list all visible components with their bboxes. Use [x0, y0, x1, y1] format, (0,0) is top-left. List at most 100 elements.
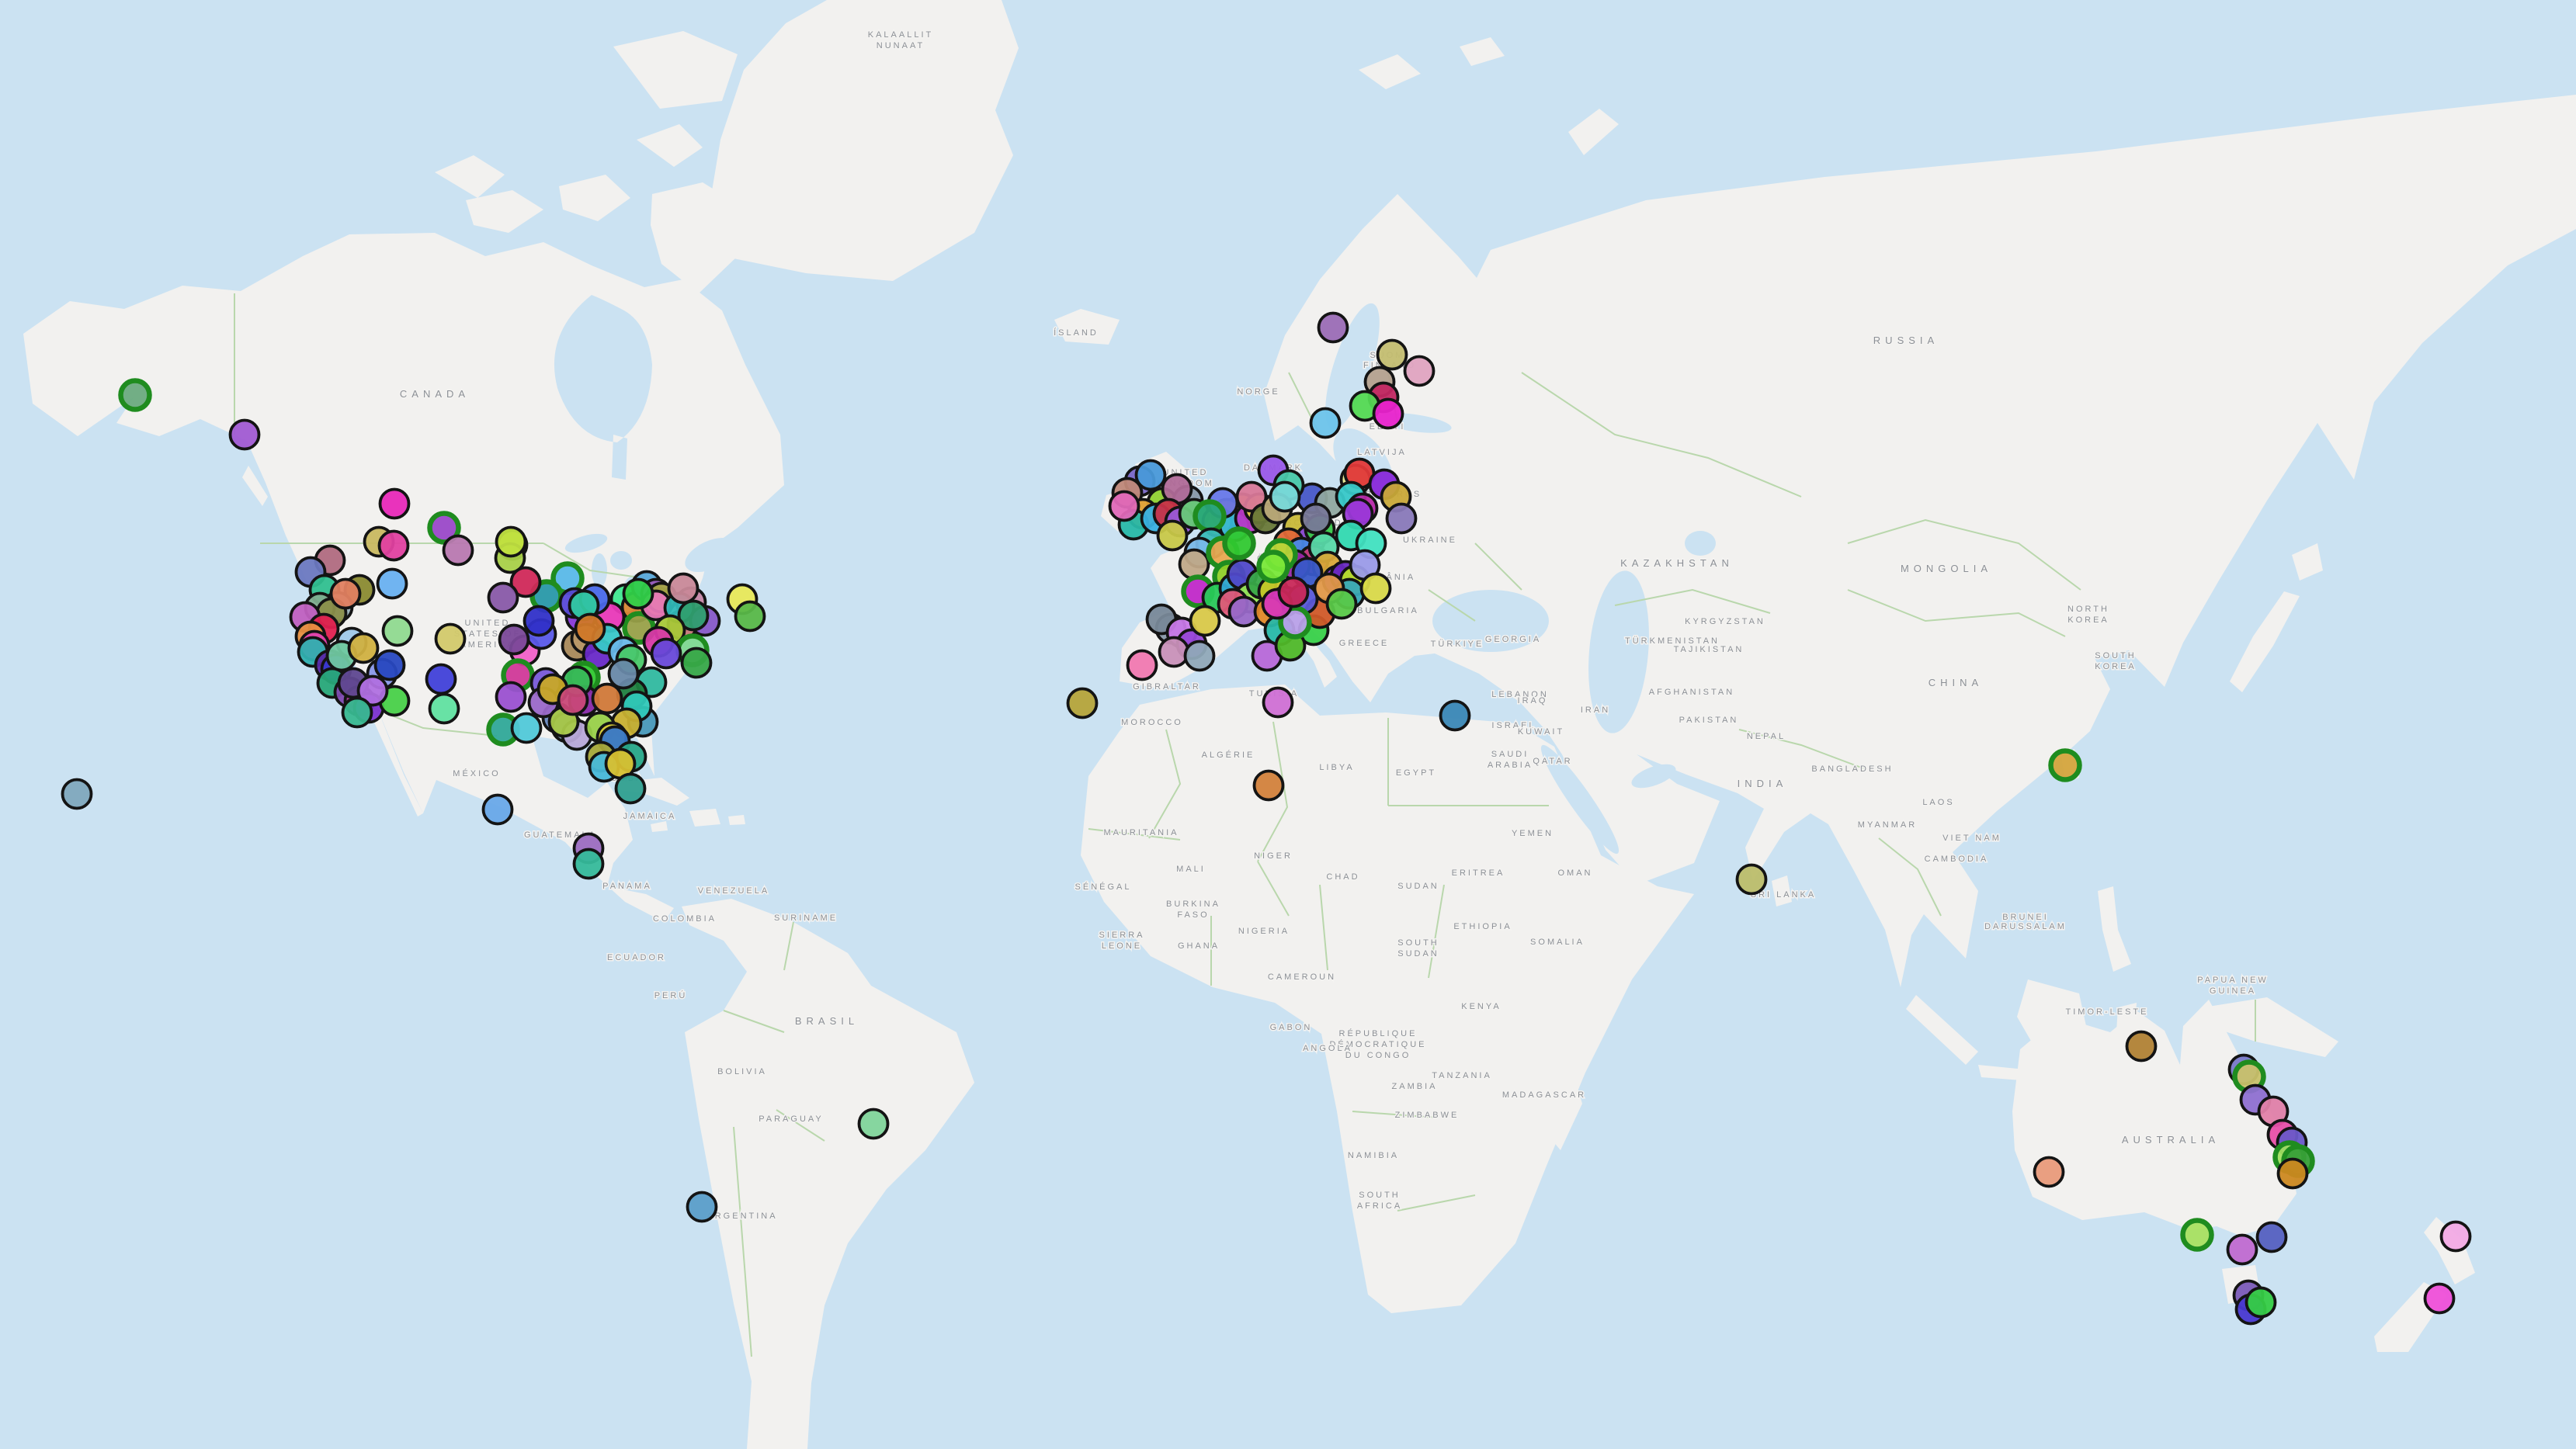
- country-label: CAMBODIA: [1925, 854, 1989, 864]
- map-marker[interactable]: [1191, 607, 1220, 636]
- map-marker[interactable]: [349, 634, 378, 663]
- map-marker[interactable]: [2051, 751, 2080, 780]
- map-marker[interactable]: [1128, 651, 1157, 680]
- country-label: CHAD: [1326, 872, 1359, 882]
- map-marker[interactable]: [2035, 1158, 2064, 1187]
- map-marker[interactable]: [1328, 590, 1356, 619]
- map-marker[interactable]: [593, 685, 622, 713]
- map-marker[interactable]: [1264, 688, 1293, 717]
- country-label: BRUNEI: [2002, 913, 2049, 922]
- map-marker[interactable]: [436, 625, 465, 653]
- map-marker[interactable]: [2183, 1221, 2212, 1250]
- map-marker[interactable]: [1279, 578, 1308, 607]
- map-marker[interactable]: [688, 1193, 717, 1222]
- map-marker[interactable]: [2258, 1223, 2286, 1252]
- map-marker[interactable]: [616, 775, 645, 803]
- map-marker[interactable]: [1255, 771, 1283, 800]
- map-marker[interactable]: [859, 1110, 888, 1139]
- map-marker[interactable]: [1110, 492, 1139, 521]
- country-label: PERÚ: [654, 990, 688, 1000]
- country-label: PANAMA: [602, 882, 652, 891]
- country-label: BOLIVIA: [717, 1067, 767, 1076]
- map-marker[interactable]: [497, 683, 526, 712]
- map-marker[interactable]: [1160, 638, 1189, 667]
- map-marker[interactable]: [1180, 550, 1209, 579]
- map-marker[interactable]: [231, 421, 259, 449]
- map-marker[interactable]: [1196, 502, 1224, 531]
- country-label: CAMEROUN: [1268, 972, 1336, 982]
- country-label: ZAMBIA: [1392, 1082, 1438, 1091]
- map-marker[interactable]: [1137, 461, 1165, 490]
- map-marker[interactable]: [484, 796, 512, 824]
- map-marker[interactable]: [332, 580, 360, 608]
- map-marker[interactable]: [576, 615, 605, 643]
- map-marker[interactable]: [1378, 341, 1407, 369]
- map-marker[interactable]: [2228, 1236, 2257, 1264]
- map-marker[interactable]: [430, 695, 459, 723]
- country-label: ECUADOR: [607, 953, 666, 962]
- map-marker[interactable]: [497, 528, 526, 556]
- country-label: EGYPT: [1396, 768, 1436, 778]
- map-marker[interactable]: [500, 626, 529, 654]
- country-label: GEORGIA: [1485, 635, 1541, 644]
- map-marker[interactable]: [1186, 642, 1214, 671]
- map-marker[interactable]: [1319, 314, 1348, 342]
- map-marker[interactable]: [384, 617, 412, 646]
- country-label: DU CONGO: [1345, 1051, 1411, 1060]
- map-marker[interactable]: [736, 602, 765, 631]
- map-marker[interactable]: [1738, 865, 1766, 894]
- country-label: GIBRALTAR: [1133, 682, 1201, 692]
- map-marker[interactable]: [1158, 522, 1187, 550]
- lake-huron: [610, 551, 632, 570]
- map-marker[interactable]: [1259, 553, 1288, 581]
- map-marker[interactable]: [2127, 1032, 2156, 1061]
- map-marker[interactable]: [2442, 1222, 2470, 1251]
- country-label: GABON: [1270, 1023, 1313, 1032]
- country-label: MOROCCO: [1121, 718, 1183, 727]
- map-marker[interactable]: [376, 651, 404, 680]
- map-marker[interactable]: [652, 640, 681, 668]
- map-marker[interactable]: [1387, 504, 1416, 533]
- map-marker[interactable]: [427, 665, 456, 694]
- map-marker[interactable]: [378, 570, 407, 598]
- map-viewport[interactable]: KALAALLITNUNAATÍSLANDCANADARUSSIAUNITEDS…: [0, 0, 2576, 1449]
- map-marker[interactable]: [559, 686, 588, 715]
- country-label: SUDAN: [1397, 882, 1439, 891]
- map-marker[interactable]: [682, 649, 711, 678]
- map-marker[interactable]: [2247, 1288, 2276, 1317]
- country-label: UNITED: [465, 619, 511, 628]
- map-marker[interactable]: [1441, 702, 1470, 730]
- map-marker[interactable]: [575, 850, 603, 879]
- map-marker[interactable]: [1271, 483, 1300, 511]
- map-marker[interactable]: [380, 532, 408, 560]
- world-map[interactable]: KALAALLITNUNAATÍSLANDCANADARUSSIAUNITEDS…: [0, 0, 2576, 1449]
- map-marker[interactable]: [609, 660, 638, 688]
- country-label: INDIA: [1738, 778, 1788, 789]
- map-marker[interactable]: [1311, 409, 1340, 438]
- country-label: SÉNÉGAL: [1075, 882, 1132, 892]
- map-marker[interactable]: [1362, 574, 1390, 603]
- map-marker[interactable]: [1068, 689, 1097, 718]
- map-marker[interactable]: [1225, 529, 1254, 558]
- map-marker[interactable]: [525, 607, 554, 636]
- country-label: ZIMBABWE: [1395, 1111, 1460, 1120]
- country-label: OMAN: [1558, 868, 1593, 878]
- map-marker[interactable]: [669, 574, 698, 603]
- map-marker[interactable]: [2425, 1284, 2454, 1313]
- map-marker[interactable]: [380, 490, 409, 518]
- map-marker[interactable]: [1405, 357, 1434, 386]
- map-marker[interactable]: [512, 714, 541, 743]
- country-label: UKRAINE: [1403, 536, 1457, 545]
- map-marker[interactable]: [624, 580, 653, 608]
- map-marker[interactable]: [63, 780, 92, 809]
- map-marker[interactable]: [489, 584, 518, 612]
- map-marker[interactable]: [444, 536, 473, 565]
- map-marker[interactable]: [1374, 400, 1403, 428]
- map-marker[interactable]: [343, 699, 372, 727]
- map-marker[interactable]: [2279, 1160, 2307, 1188]
- country-label: ARGENTINA: [706, 1212, 777, 1221]
- map-marker[interactable]: [121, 381, 150, 410]
- country-label: KALAALLIT: [868, 30, 933, 40]
- map-marker[interactable]: [1302, 504, 1331, 533]
- country-label: BULGARIA: [1357, 606, 1419, 615]
